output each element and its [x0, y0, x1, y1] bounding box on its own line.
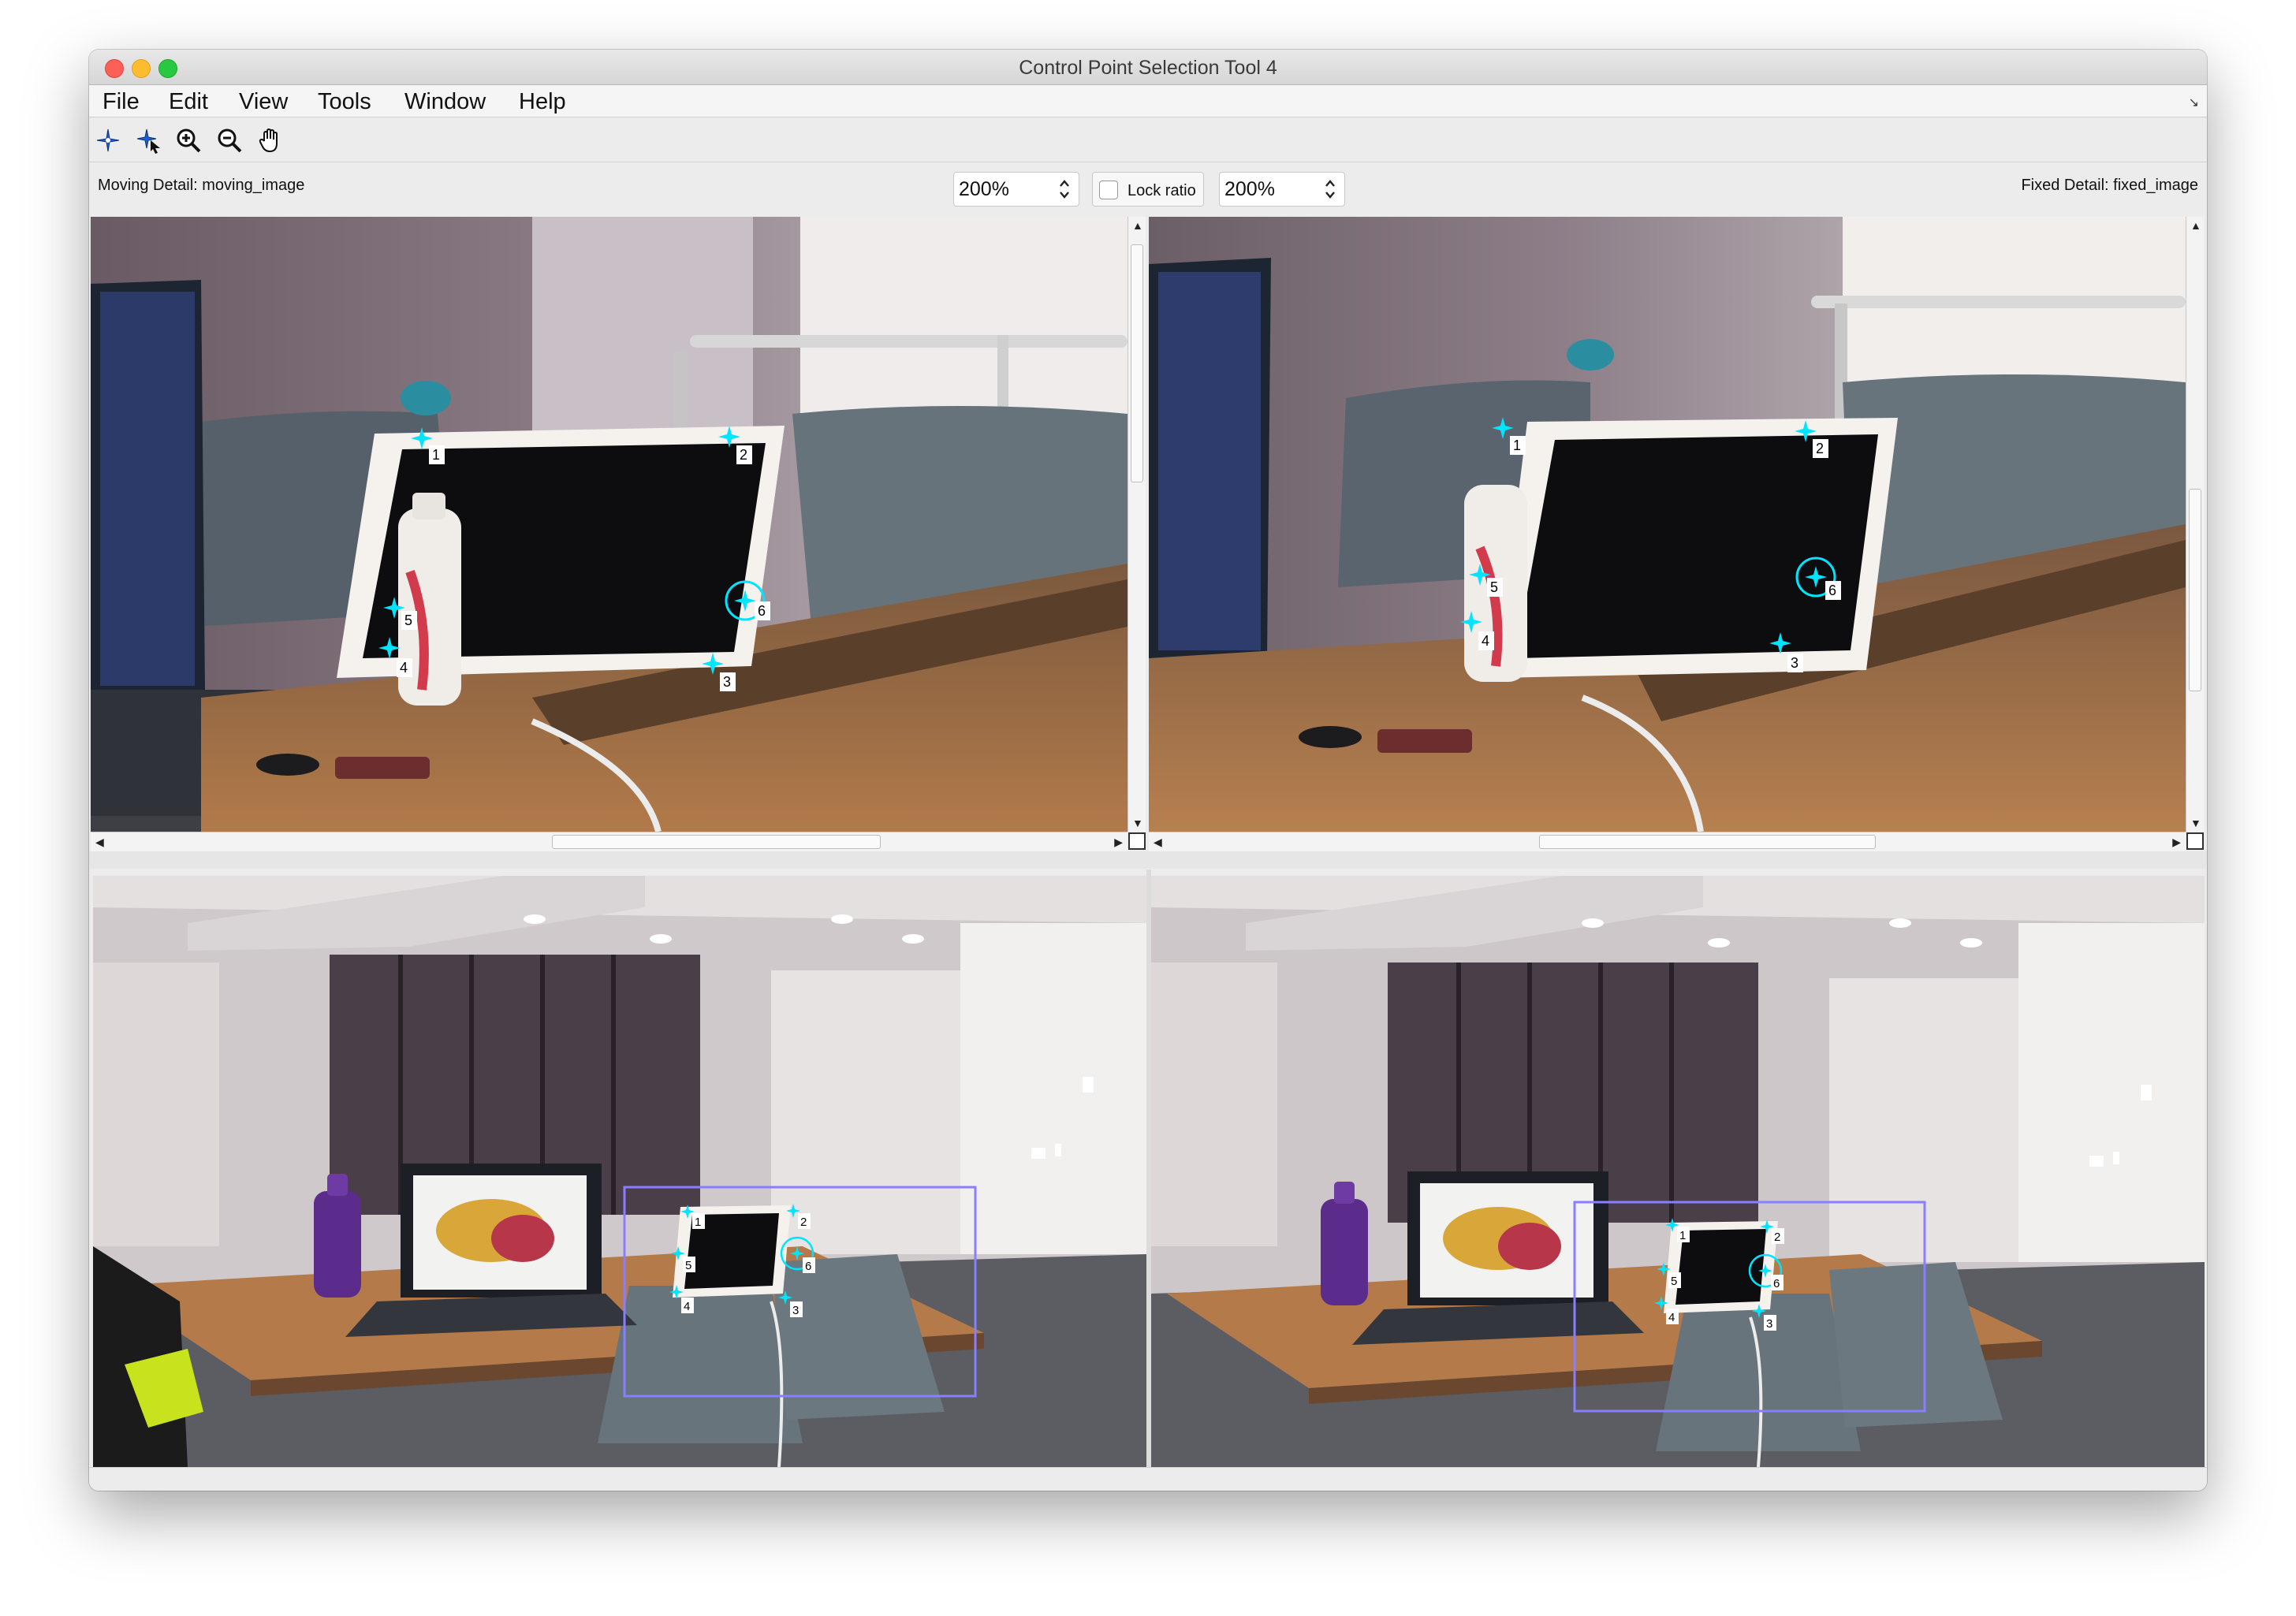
- svg-text:2: 2: [1774, 1231, 1780, 1244]
- fixed-vertical-scroll-thumb[interactable]: [2189, 489, 2201, 691]
- fixed-zoom-field[interactable]: 200%: [1219, 172, 1345, 207]
- status-strip: [89, 1467, 2207, 1491]
- app-window: Control Point Selection Tool 4 File Edit…: [89, 50, 2207, 1491]
- scroll-right-arrow-icon[interactable]: ▶: [1114, 836, 1123, 847]
- moving-vertical-scroll-thumb[interactable]: [1131, 244, 1143, 482]
- svg-text:3: 3: [1766, 1317, 1772, 1331]
- svg-text:5: 5: [1490, 579, 1498, 595]
- menu-help[interactable]: Help: [519, 89, 566, 115]
- svg-text:4: 4: [400, 660, 408, 676]
- svg-text:2: 2: [1816, 441, 1824, 456]
- moving-horizontal-scroll-thumb[interactable]: [552, 835, 881, 849]
- svg-text:1: 1: [1513, 438, 1521, 453]
- select-point-icon[interactable]: [133, 125, 165, 155]
- svg-text:6: 6: [758, 603, 766, 619]
- menu-edit[interactable]: Edit: [169, 89, 208, 115]
- svg-text:4: 4: [684, 1300, 690, 1313]
- svg-text:5: 5: [685, 1259, 691, 1272]
- moving-horizontal-scrollbar[interactable]: ◀ ▶: [91, 832, 1128, 851]
- scroll-left-arrow-icon[interactable]: ◀: [95, 836, 104, 847]
- svg-text:5: 5: [1671, 1275, 1677, 1288]
- pane-divider[interactable]: [89, 851, 2207, 869]
- window-title: Control Point Selection Tool 4: [1019, 57, 1277, 79]
- scroll-left-arrow-icon[interactable]: ◀: [1154, 836, 1162, 847]
- fixed-zoom-spinner-icon[interactable]: [1322, 176, 1338, 203]
- fixed-detail-label: Fixed Detail: fixed_image: [2021, 177, 2198, 194]
- fixed-horizontal-scroll-thumb[interactable]: [1539, 835, 1876, 849]
- title-bar: Control Point Selection Tool 4: [89, 50, 2207, 85]
- svg-text:1: 1: [695, 1216, 701, 1229]
- svg-text:2: 2: [740, 447, 747, 463]
- scroll-up-arrow-icon[interactable]: ▲: [2190, 220, 2201, 231]
- overview-separator: [1146, 869, 1151, 1469]
- moving-detail-image: 1 2 3 4 5 6: [91, 217, 1128, 832]
- svg-text:2: 2: [800, 1216, 807, 1229]
- zoom-out-icon[interactable]: [214, 125, 245, 155]
- fixed-horizontal-scrollbar[interactable]: ◀ ▶: [1149, 832, 2186, 851]
- svg-text:5: 5: [404, 613, 412, 628]
- moving-detail-label: Moving Detail: moving_image: [98, 177, 305, 194]
- svg-text:4: 4: [1482, 633, 1489, 649]
- scroll-up-arrow-icon[interactable]: ▲: [1132, 220, 1143, 231]
- fixed-detail-image: 1 2 3 4 5 6: [1149, 217, 2186, 832]
- undock-arrow-icon[interactable]: ↘: [2189, 95, 2199, 110]
- svg-text:3: 3: [792, 1304, 799, 1317]
- fixed-detail-view[interactable]: 1 2 3 4 5 6: [1149, 217, 2186, 832]
- svg-text:1: 1: [432, 447, 440, 463]
- lock-ratio-label: Lock ratio: [1128, 182, 1196, 199]
- scroll-right-arrow-icon[interactable]: ▶: [2172, 836, 2181, 847]
- lock-ratio-checkbox[interactable]: [1099, 181, 1118, 199]
- scroll-down-arrow-icon[interactable]: ▼: [2190, 817, 2201, 828]
- moving-zoom-field[interactable]: 200%: [953, 172, 1079, 207]
- svg-text:6: 6: [1773, 1277, 1780, 1290]
- fixed-overview[interactable]: 1 2 3 4 5 6: [1151, 876, 2205, 1467]
- add-point-icon[interactable]: [92, 125, 124, 155]
- menu-tools[interactable]: Tools: [318, 89, 371, 115]
- lock-ratio-control[interactable]: Lock ratio: [1092, 172, 1204, 207]
- moving-overview[interactable]: 1 2 3 4 5 6: [93, 876, 1146, 1467]
- fixed-vertical-scrollbar[interactable]: ▲ ▼: [2186, 217, 2204, 832]
- svg-text:1: 1: [1679, 1229, 1686, 1242]
- zoom-in-icon[interactable]: [173, 125, 204, 155]
- svg-text:3: 3: [1791, 655, 1798, 671]
- moving-vertical-scrollbar[interactable]: ▲ ▼: [1128, 217, 1146, 832]
- menu-window[interactable]: Window: [404, 89, 486, 115]
- detail-info-bar: Moving Detail: moving_image 200% Lock ra…: [89, 162, 2207, 210]
- toolbar: [89, 117, 2207, 162]
- svg-text:3: 3: [723, 674, 731, 690]
- moving-overview-image: 1 2 3 4 5 6: [93, 876, 1146, 1467]
- menu-bar: File Edit View Tools Window Help ↘: [89, 85, 2207, 117]
- pan-hand-icon[interactable]: [255, 125, 286, 155]
- menu-view[interactable]: View: [239, 89, 288, 115]
- moving-zoom-spinner-icon[interactable]: [1057, 176, 1072, 203]
- scroll-down-arrow-icon[interactable]: ▼: [1132, 817, 1143, 828]
- svg-text:6: 6: [805, 1260, 811, 1273]
- moving-scroll-corner: [1128, 832, 1146, 850]
- fixed-overview-image: 1 2 3 4 5 6: [1151, 876, 2205, 1467]
- svg-text:4: 4: [1668, 1311, 1675, 1324]
- svg-text:6: 6: [1828, 583, 1836, 598]
- menu-file[interactable]: File: [102, 89, 140, 115]
- moving-detail-view[interactable]: 1 2 3 4 5 6: [91, 217, 1128, 832]
- fixed-scroll-corner: [2186, 832, 2204, 850]
